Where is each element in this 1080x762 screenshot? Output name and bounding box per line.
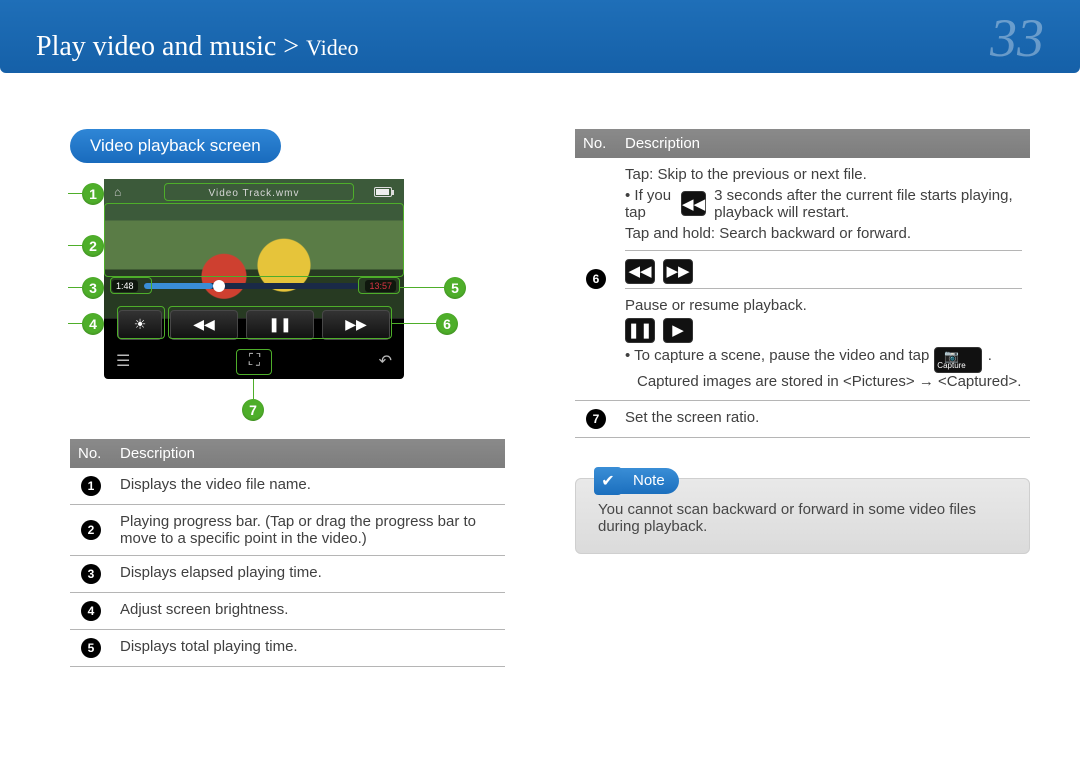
r6-line2b: 3 seconds after the current file starts … (714, 187, 1022, 221)
list-icon[interactable]: ☰ (116, 351, 130, 371)
back-icon[interactable]: ↶ (379, 351, 392, 371)
top-bar: Play video and music > Video 33 (0, 0, 1080, 73)
callout-6: 6 (436, 313, 458, 335)
battery-icon (374, 187, 392, 197)
th-no: No. (70, 439, 112, 468)
callout-4: 4 (82, 313, 104, 335)
row-desc: Tap: Skip to the previous or next file. … (617, 158, 1030, 401)
note-label: Note (619, 468, 679, 494)
row-desc: Displays the video file name. (112, 468, 505, 505)
table-row: 1 Displays the video file name. (70, 468, 505, 505)
note-body: You cannot scan backward or forward in s… (594, 501, 1011, 535)
capture-button-icon: 📷 Capture (934, 347, 982, 373)
r6-line1: Tap: Skip to the previous or next file. (625, 166, 1022, 183)
rewind-icon: ◀◀ (681, 191, 706, 216)
table-row: 5 Displays total playing time. (70, 629, 505, 666)
r6-line4: Pause or resume playback. (625, 297, 1022, 314)
right-desc-table: No. Description 6 Tap: Skip to the previ… (575, 129, 1030, 438)
player-screenshot: ⌂ Video Track.wmv 1:48 13:57 ☀ ◀◀ ❚❚ ▶▶ (104, 179, 464, 399)
th-no: No. (575, 129, 617, 158)
table-row: 7 Set the screen ratio. (575, 400, 1030, 437)
table-row: 3 Displays elapsed playing time. (70, 555, 505, 592)
progress-row: 1:48 13:57 (112, 279, 396, 293)
row-num-5: 5 (81, 638, 101, 658)
r6-line5a: • To capture a scene, pause the video an… (625, 347, 929, 364)
row-num-6: 6 (586, 269, 606, 289)
callout-5: 5 (444, 277, 466, 299)
section-title: Video playback screen (70, 129, 281, 163)
right-column: No. Description 6 Tap: Skip to the previ… (575, 129, 1030, 667)
callout-1: 1 (82, 183, 104, 205)
breadcrumb-sep: > (283, 31, 299, 62)
row-num-7: 7 (586, 409, 606, 429)
left-desc-table: No. Description 1 Displays the video file… (70, 439, 505, 667)
row-num-1: 1 (81, 476, 101, 496)
left-column: Video playback screen ⌂ Video Track.wmv … (70, 129, 505, 667)
row-num-2: 2 (81, 520, 101, 540)
th-desc: Description (617, 129, 1030, 158)
table-row: 4 Adjust screen brightness. (70, 592, 505, 629)
row-desc: Set the screen ratio. (617, 400, 1030, 437)
row-num-4: 4 (81, 601, 101, 621)
row-desc: Displays total playing time. (112, 629, 505, 666)
note-header: ✔ Note (594, 467, 1011, 495)
pause-icon: ❚❚ (625, 318, 655, 343)
breadcrumb-main: Play video and music (36, 31, 276, 62)
r6-line3: Tap and hold: Search backward or forward… (625, 225, 1022, 251)
play-icon: ▶ (663, 318, 693, 343)
r6-line2a: • If you tap (625, 187, 675, 221)
manual-page: Play video and music > Video 33 Video pl… (0, 0, 1080, 762)
table-row: 6 Tap: Skip to the previous or next file… (575, 158, 1030, 401)
callout-2: 2 (82, 235, 104, 257)
note-box: ✔ Note You cannot scan backward or forwa… (575, 478, 1030, 554)
rewind-icon: ◀◀ (625, 259, 655, 284)
content: Video playback screen ⌂ Video Track.wmv … (0, 73, 1080, 667)
note-icon: ✔ (594, 467, 622, 495)
breadcrumb: Play video and music > Video (36, 31, 359, 63)
player: ⌂ Video Track.wmv 1:48 13:57 ☀ ◀◀ ❚❚ ▶▶ (104, 179, 404, 379)
capture-label: Capture (949, 362, 965, 370)
breadcrumb-sub: Video (306, 35, 358, 60)
page-number: 33 (990, 14, 1044, 63)
forward-icon: ▶▶ (663, 259, 693, 284)
progress-bar[interactable] (144, 283, 360, 289)
row-desc: Displays elapsed playing time. (112, 555, 505, 592)
th-desc: Description (112, 439, 505, 468)
callout-3: 3 (82, 277, 104, 299)
row-num-3: 3 (81, 564, 101, 584)
table-row: 2 Playing progress bar. (Tap or drag the … (70, 504, 505, 555)
row-desc: Adjust screen brightness. (112, 592, 505, 629)
row-desc: Playing progress bar. (Tap or drag the p… (112, 504, 505, 555)
